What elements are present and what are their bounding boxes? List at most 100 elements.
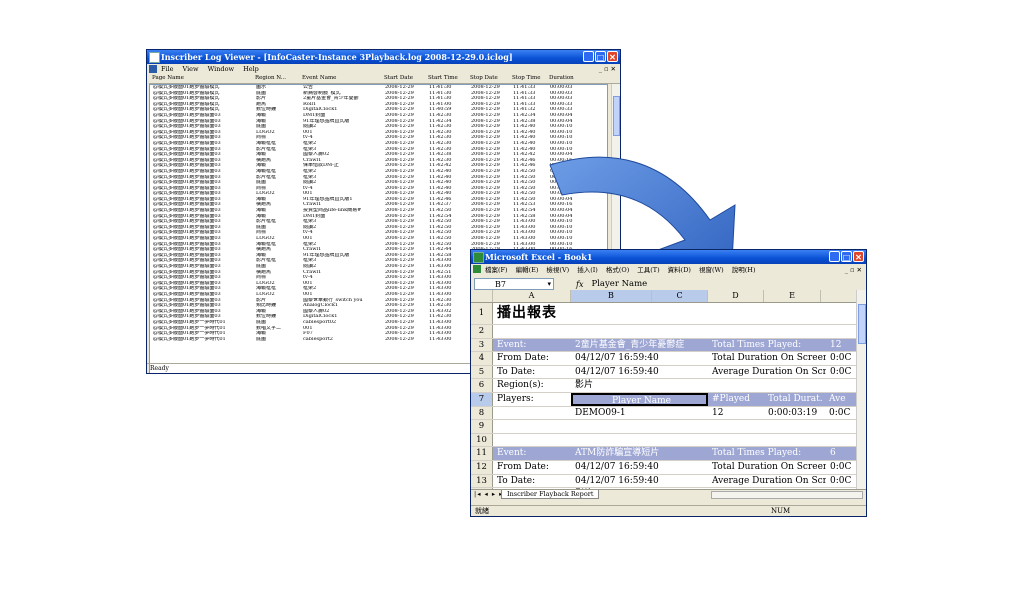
col-header-e[interactable]: E: [764, 290, 821, 302]
cell-d[interactable]: 12: [708, 407, 764, 420]
cell-a[interactable]: 播出報表: [493, 303, 571, 324]
row-header[interactable]: 11: [471, 447, 493, 460]
row-header[interactable]: 1: [471, 303, 493, 324]
cell-e[interactable]: 0:00:03:19: [764, 407, 825, 420]
cell-region: 底圖: [256, 336, 267, 342]
menu-help[interactable]: 說明(H): [732, 264, 756, 276]
cell-a[interactable]: Players:: [493, 393, 571, 406]
log-viewer-titlebar[interactable]: Inscriber Log Viewer - [InfoCaster-Insta…: [147, 50, 620, 64]
sheet-tab[interactable]: Inscriber Flayback Report: [501, 490, 600, 499]
cell-a[interactable]: [493, 407, 571, 420]
cell-b[interactable]: ATM防詐騙宣導短片: [571, 447, 708, 460]
status-num: NUM: [771, 507, 791, 515]
menu-file[interactable]: 檔案(F): [485, 264, 508, 276]
row-header[interactable]: 8: [471, 406, 493, 420]
menu-edit[interactable]: 編輯(E): [516, 264, 539, 276]
sheet-vertical-scrollbar[interactable]: [856, 290, 866, 489]
minimize-icon[interactable]: _: [583, 51, 594, 62]
row-header[interactable]: 9: [471, 420, 493, 433]
cell-b[interactable]: 04/12/07 16:59:40: [571, 366, 708, 379]
col-start-date[interactable]: Start Date: [384, 74, 428, 83]
cell-a[interactable]: Event:: [493, 447, 571, 460]
col-header-c[interactable]: C: [652, 290, 708, 302]
menu-window[interactable]: 視窗(W): [699, 264, 724, 276]
col-header-a[interactable]: A: [493, 290, 571, 302]
cell-a[interactable]: To Date:: [493, 475, 571, 488]
cell-d[interactable]: #Played: [708, 392, 764, 406]
row-header[interactable]: 12: [471, 460, 493, 474]
maximize-icon[interactable]: □: [595, 51, 606, 62]
menu-tools[interactable]: 工具(T): [637, 264, 659, 276]
cell-b[interactable]: 04/12/07 16:59:40: [571, 475, 708, 488]
cell-d[interactable]: Total Times Played:: [708, 447, 826, 460]
fx-icon[interactable]: fx: [576, 280, 583, 289]
spreadsheet-grid[interactable]: A B C D E 1 播出報表 2 3 Event: 2童片基金會_青少年憂鬱症 Tota…: [471, 290, 866, 489]
row-header[interactable]: 2: [471, 325, 493, 338]
scroll-thumb[interactable]: [613, 96, 620, 136]
col-event-name[interactable]: Event Name: [302, 74, 384, 83]
scroll-thumb[interactable]: [858, 304, 866, 344]
sheet-row: 2: [471, 325, 866, 339]
menu-data[interactable]: 資料(D): [668, 264, 691, 276]
cell-b[interactable]: Player Name: [571, 392, 708, 406]
excel-titlebar[interactable]: Microsoft Excel - Book1 _ □ ✕: [471, 250, 866, 264]
close-icon[interactable]: ✕: [607, 51, 618, 62]
cell-d[interactable]: Average Duration On Screen:: [708, 366, 826, 379]
cell-b[interactable]: 2童片基金會_青少年憂鬱症: [571, 338, 708, 352]
cell-d[interactable]: [708, 379, 826, 392]
col-page-name[interactable]: Page Name: [149, 74, 255, 83]
col-duration[interactable]: Duration: [549, 74, 589, 83]
cell-b[interactable]: 04/12/07 16:59:40: [571, 461, 708, 474]
row-header[interactable]: 3: [471, 338, 493, 352]
col-start-time[interactable]: Start Time: [428, 74, 470, 83]
maximize-icon[interactable]: □: [841, 251, 852, 262]
col-stop-date[interactable]: Stop Date: [470, 74, 512, 83]
row-header[interactable]: 6: [471, 379, 493, 392]
cell-d[interactable]: Total Duration On Screen:: [708, 461, 826, 474]
close-icon[interactable]: ✕: [853, 251, 864, 262]
col-header-f[interactable]: [821, 290, 861, 302]
col-stop-time[interactable]: Stop Time: [512, 74, 549, 83]
sheet-row: 7 Players: Player Name #Played Total Durat. A…: [471, 392, 866, 407]
cell-b[interactable]: 影片: [571, 379, 708, 392]
cell-a[interactable]: To Date:: [493, 366, 571, 379]
mdi-controls-icon[interactable]: _ ▫ ✕: [845, 264, 862, 276]
sheet-row: 4 From Date: 04/12/07 16:59:40 Total Durati…: [471, 352, 866, 366]
row-header[interactable]: 5: [471, 365, 493, 379]
col-header-b[interactable]: B: [571, 290, 652, 302]
cell-a[interactable]: Region(s):: [493, 379, 571, 392]
cell-d[interactable]: Total Times Played:: [708, 338, 826, 352]
cell-a[interactable]: From Date:: [493, 352, 571, 365]
cell-a[interactable]: Event:: [493, 338, 571, 352]
cell-d[interactable]: Average Duration On Screen:: [708, 475, 826, 488]
column-headers: A B C D E: [471, 290, 866, 303]
cell-e[interactable]: Total Durat.: [764, 392, 825, 406]
chevron-down-icon[interactable]: ▾: [547, 279, 551, 290]
cell-a[interactable]: From Date:: [493, 461, 571, 474]
select-all-corner[interactable]: [471, 290, 493, 302]
col-region-name[interactable]: Region N...: [255, 74, 302, 83]
sheet-horizontal-scrollbar[interactable]: [711, 491, 863, 499]
cell-start-date: 2008-12-29: [385, 336, 414, 342]
row-header[interactable]: 13: [471, 474, 493, 488]
mdi-controls-icon[interactable]: _ ▫ ✕: [599, 64, 616, 74]
col-header-d[interactable]: D: [708, 290, 764, 302]
menu-help[interactable]: Help: [243, 64, 259, 74]
row-header[interactable]: 10: [471, 433, 493, 447]
cell-d[interactable]: Total Duration On Screen:: [708, 352, 826, 365]
formula-input[interactable]: Player Name: [591, 279, 647, 289]
log-table-header: Page Name Region N... Event Name Start D…: [149, 74, 620, 84]
row-header[interactable]: 7: [471, 392, 493, 406]
menu-view[interactable]: 檢視(V): [546, 264, 569, 276]
cell-b[interactable]: DEMO09-1: [571, 407, 708, 420]
excel-title: Microsoft Excel - Book1: [485, 252, 593, 262]
row-header[interactable]: 4: [471, 352, 493, 365]
minimize-icon[interactable]: _: [829, 251, 840, 262]
cell-b[interactable]: 04/12/07 16:59:40: [571, 352, 708, 365]
menu-format[interactable]: 格式(O): [606, 264, 629, 276]
menu-window[interactable]: Window: [208, 64, 234, 74]
menu-file[interactable]: File: [161, 64, 174, 74]
menu-view[interactable]: View: [183, 64, 199, 74]
name-box[interactable]: B7 ▾: [474, 278, 554, 290]
menu-insert[interactable]: 插入(I): [577, 264, 598, 276]
